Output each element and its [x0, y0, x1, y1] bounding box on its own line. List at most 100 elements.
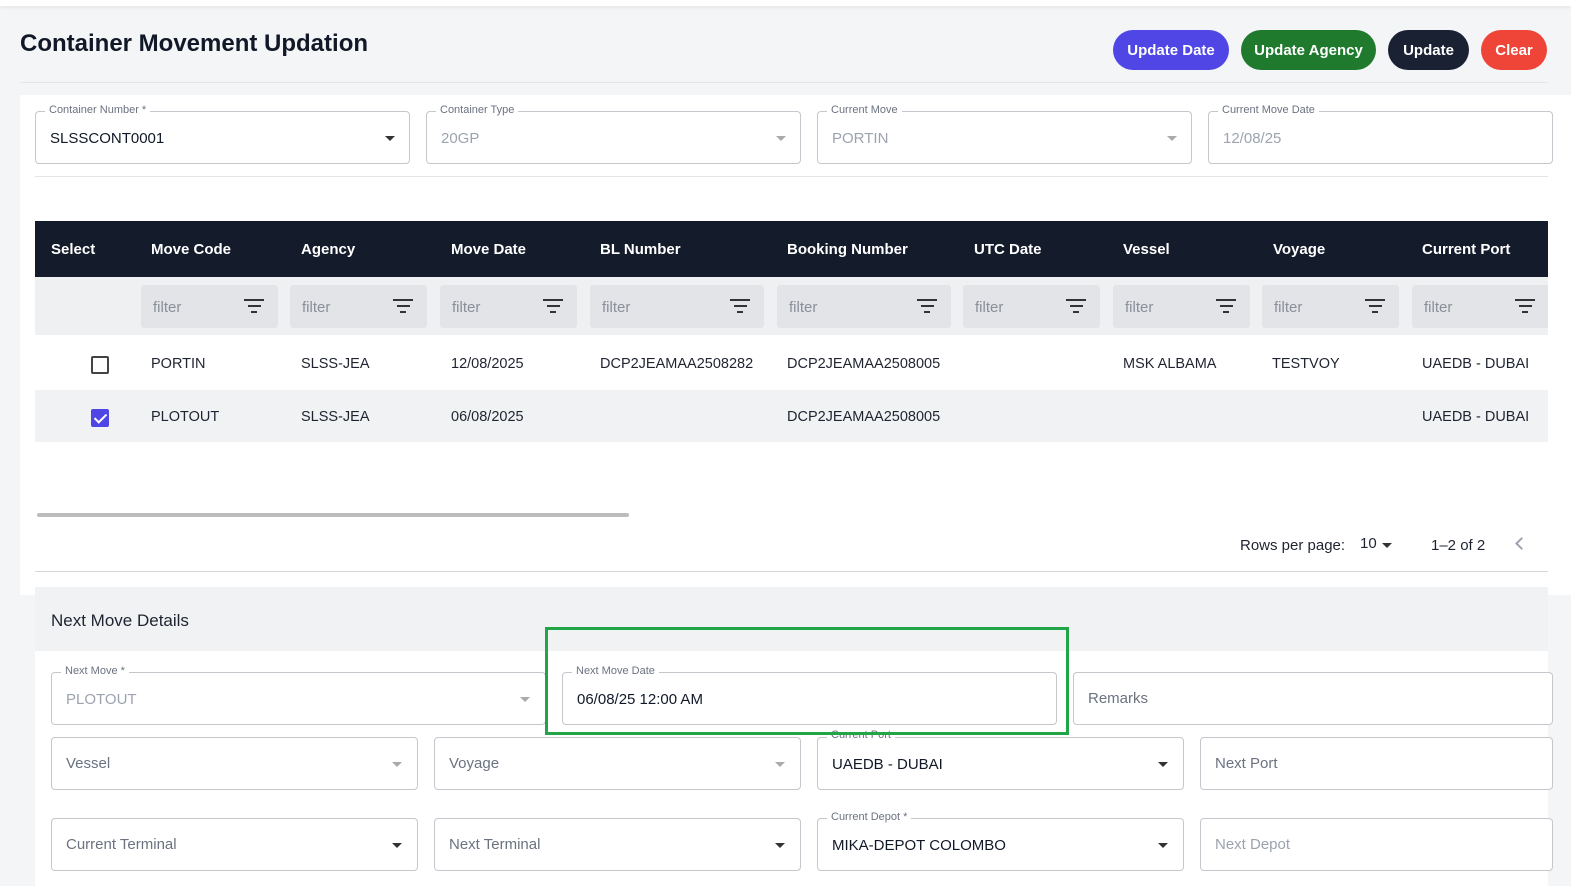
filter-placeholder: filter: [602, 299, 631, 316]
current-port-value: UAEDB - DUBAI: [832, 756, 943, 773]
filter-move-code[interactable]: filter: [141, 285, 278, 328]
filter-voyage[interactable]: filter: [1262, 285, 1399, 328]
current-port-select[interactable]: Current Port UAEDB - DUBAI: [817, 729, 1184, 790]
filter-icon[interactable]: [244, 299, 264, 315]
container-type-label: Container Type: [436, 104, 519, 116]
next-terminal-select[interactable]: Next Terminal: [434, 818, 801, 871]
update-date-button[interactable]: Update Date: [1113, 30, 1229, 70]
filter-utc-date[interactable]: filter: [963, 285, 1100, 328]
container-type-select: Container Type 20GP: [426, 104, 801, 164]
top-app-bar: [0, 0, 1571, 6]
update-agency-button[interactable]: Update Agency: [1241, 30, 1376, 70]
column-header-agency[interactable]: Agency: [301, 241, 355, 258]
current-move-select: Current Move PORTIN: [817, 104, 1192, 164]
chevron-down-icon[interactable]: [385, 136, 395, 141]
table-row[interactable]: PORTIN SLSS-JEA 12/08/2025 DCP2JEAMAA250…: [35, 337, 1548, 389]
chevron-left-icon[interactable]: [1515, 537, 1528, 550]
rows-per-page-select[interactable]: 10: [1360, 535, 1377, 552]
filter-icon[interactable]: [1216, 299, 1236, 315]
row-select-checkbox[interactable]: [91, 356, 109, 374]
column-header-move-code[interactable]: Move Code: [151, 241, 231, 258]
cell-current-port: UAEDB - DUBAI: [1422, 356, 1530, 372]
cell-move-code: PLOTOUT: [151, 409, 220, 425]
section-divider: [35, 176, 1548, 177]
column-header-bl-number[interactable]: BL Number: [600, 241, 681, 258]
horizontal-scrollbar[interactable]: [37, 513, 629, 517]
chevron-down-icon[interactable]: [775, 843, 785, 848]
page-title: Container Movement Updation: [20, 30, 369, 57]
chevron-down-icon[interactable]: [775, 762, 785, 767]
column-header-vessel[interactable]: Vessel: [1123, 241, 1170, 258]
cell-agency: SLSS-JEA: [301, 356, 370, 372]
next-terminal-placeholder: Next Terminal: [449, 836, 541, 853]
next-move-label: Next Move *: [61, 665, 129, 677]
vessel-select[interactable]: Vessel: [51, 737, 418, 790]
current-move-value: PORTIN: [832, 130, 889, 147]
filter-placeholder: filter: [1424, 299, 1453, 316]
header-divider: [20, 82, 1548, 83]
cell-booking-number: DCP2JEAMAA2508005: [787, 409, 941, 425]
next-depot-placeholder: Next Depot: [1215, 836, 1291, 853]
table-row[interactable]: PLOTOUT SLSS-JEA 06/08/2025 DCP2JEAMAA25…: [35, 390, 1548, 442]
filter-icon[interactable]: [917, 299, 937, 315]
column-header-utc-date[interactable]: UTC Date: [974, 241, 1042, 258]
chevron-down-icon[interactable]: [1158, 843, 1168, 848]
next-depot-select[interactable]: Next Depot: [1200, 818, 1553, 871]
filter-move-date[interactable]: filter: [440, 285, 577, 328]
filter-placeholder: filter: [975, 299, 1004, 316]
voyage-select[interactable]: Voyage: [434, 737, 801, 790]
filter-icon[interactable]: [730, 299, 750, 315]
column-header-move-date[interactable]: Move Date: [451, 241, 526, 258]
cell-vessel: MSK ALBAMA: [1123, 356, 1217, 372]
chevron-down-icon[interactable]: [1158, 762, 1168, 767]
update-button[interactable]: Update: [1388, 30, 1469, 70]
current-move-date-value: 12/08/25: [1223, 130, 1282, 147]
cell-bl-number: DCP2JEAMAA2508282: [600, 356, 754, 372]
filter-icon[interactable]: [393, 299, 413, 315]
filter-placeholder: filter: [452, 299, 481, 316]
filter-placeholder: filter: [1274, 299, 1303, 316]
filter-placeholder: filter: [153, 299, 182, 316]
current-move-date-label: Current Move Date: [1218, 104, 1319, 116]
filter-bl-number[interactable]: filter: [590, 285, 764, 328]
filter-agency[interactable]: filter: [290, 285, 427, 328]
filter-placeholder: filter: [1125, 299, 1154, 316]
filter-current-port[interactable]: filter: [1412, 285, 1548, 328]
current-move-date-field: Current Move Date 12/08/25: [1208, 104, 1553, 164]
rows-per-page-label: Rows per page:: [1240, 537, 1346, 554]
cell-move-date: 06/08/2025: [451, 409, 524, 425]
filter-vessel[interactable]: filter: [1113, 285, 1250, 328]
remarks-placeholder: Remarks: [1088, 690, 1149, 707]
focus-highlight-box: [545, 627, 1069, 735]
filter-booking-number[interactable]: filter: [777, 285, 951, 328]
column-header-select[interactable]: Select: [51, 241, 95, 258]
next-move-select: Next Move * PLOTOUT: [51, 665, 546, 725]
container-type-value: 20GP: [441, 130, 480, 147]
clear-button[interactable]: Clear: [1481, 30, 1547, 70]
container-number-value: SLSSCONT0001: [50, 130, 165, 147]
next-port-select[interactable]: Next Port: [1200, 737, 1553, 790]
filter-icon[interactable]: [1515, 299, 1535, 315]
filter-icon[interactable]: [543, 299, 563, 315]
chevron-down-icon: [1167, 136, 1177, 141]
chevron-down-icon[interactable]: [392, 762, 402, 767]
cell-voyage: TESTVOY: [1272, 356, 1340, 372]
chevron-down-icon: [520, 697, 530, 702]
column-header-current-port[interactable]: Current Port: [1422, 241, 1510, 258]
remarks-field[interactable]: Remarks: [1073, 672, 1553, 725]
filter-placeholder: filter: [789, 299, 818, 316]
chevron-down-icon[interactable]: [392, 843, 402, 848]
chevron-down-icon: [776, 136, 786, 141]
container-number-select[interactable]: Container Number * SLSSCONT0001: [35, 104, 410, 164]
current-depot-select[interactable]: Current Depot * MIKA-DEPOT COLOMBO: [817, 811, 1184, 871]
filter-placeholder: filter: [302, 299, 331, 316]
filter-row: filter filter filter filter filter filte…: [35, 277, 1548, 335]
chevron-down-icon[interactable]: [1382, 543, 1392, 548]
current-terminal-select[interactable]: Current Terminal: [51, 818, 418, 871]
row-select-checkbox[interactable]: [91, 409, 109, 427]
column-header-voyage[interactable]: Voyage: [1273, 241, 1325, 258]
filter-icon[interactable]: [1066, 299, 1086, 315]
filter-icon[interactable]: [1365, 299, 1385, 315]
table-header: Select Move Code Agency Move Date BL Num…: [35, 221, 1548, 277]
column-header-booking-number[interactable]: Booking Number: [787, 241, 908, 258]
